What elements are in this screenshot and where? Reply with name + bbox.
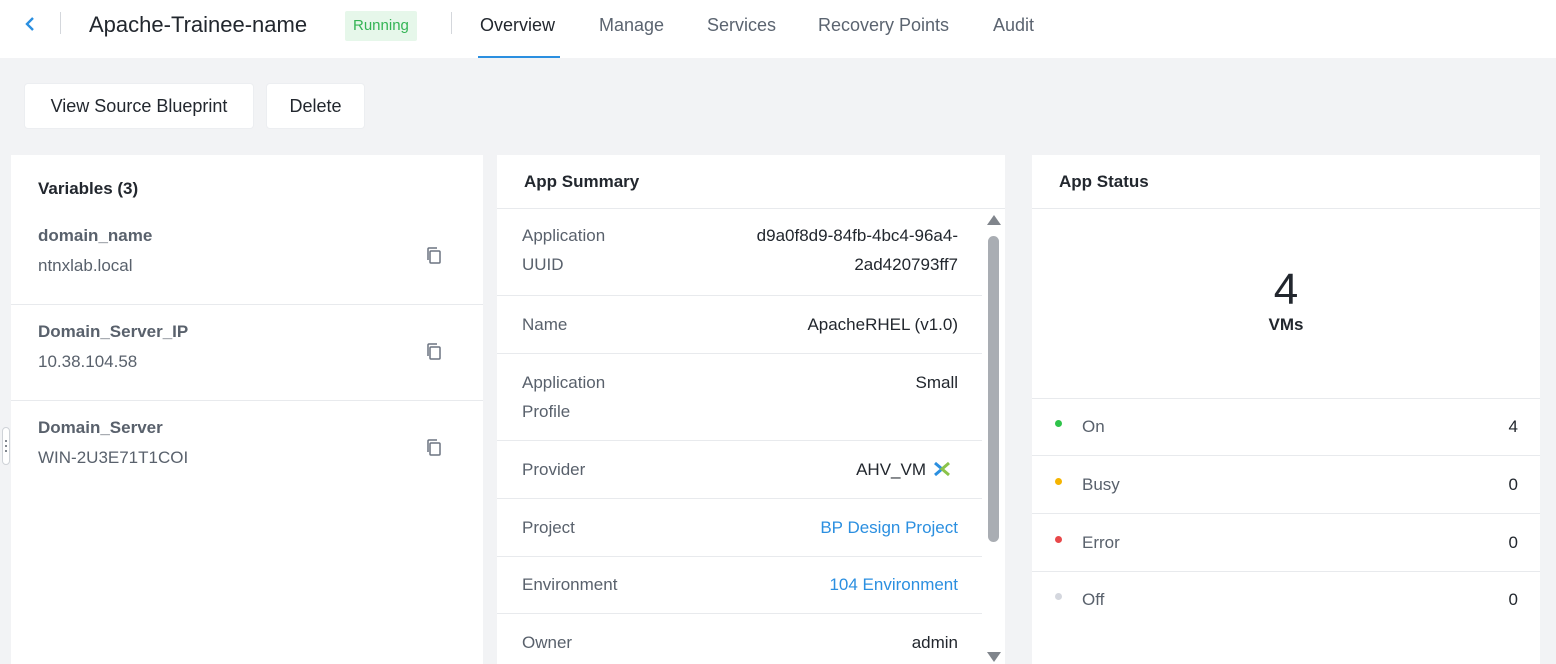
- vm-count: 4: [1273, 265, 1299, 314]
- divider: [497, 613, 982, 614]
- app-status-title: App Status: [1059, 172, 1149, 191]
- chevron-left-icon: [25, 17, 34, 31]
- error-dot-icon: [1055, 536, 1062, 543]
- variable-value: WIN-2U3E71T1COI: [38, 448, 189, 467]
- variables-panel: Variables (3) domain_name ntnxlab.local …: [11, 155, 483, 664]
- variable-item: Domain_Server_IP 10.38.104.58: [11, 305, 483, 401]
- app-summary-title: App Summary: [524, 172, 640, 191]
- variables-title: Variables (3): [38, 179, 139, 198]
- scroll-down-arrow-icon[interactable]: [987, 652, 1001, 662]
- variable-item: domain_name ntnxlab.local: [11, 209, 483, 305]
- profile-value: Small: [915, 373, 958, 392]
- divider: [1032, 513, 1540, 514]
- owner-label: Owner: [522, 633, 573, 652]
- copy-icon[interactable]: [425, 246, 443, 266]
- tab-manage[interactable]: Manage: [599, 15, 664, 36]
- name-label: Name: [522, 315, 568, 334]
- status-label: On: [1082, 417, 1105, 436]
- divider: [497, 498, 982, 499]
- project-link[interactable]: BP Design Project: [820, 513, 958, 542]
- owner-value: admin: [911, 633, 958, 652]
- divider: [1032, 571, 1540, 572]
- tab-overview[interactable]: Overview: [480, 15, 555, 36]
- profile-label: Application Profile: [522, 373, 606, 421]
- divider: [497, 440, 982, 441]
- vm-count-label: VMs: [1268, 315, 1304, 334]
- uuid-value: d9a0f8d9-84fb-4bc4-96a4- 2ad420793ff7: [757, 221, 958, 279]
- tab-recovery-points[interactable]: Recovery Points: [818, 15, 949, 36]
- scrollbar-thumb[interactable]: [988, 236, 999, 542]
- variable-item: Domain_Server WIN-2U3E71T1COI: [11, 401, 483, 497]
- divider: [1032, 398, 1540, 399]
- off-dot-icon: [1055, 593, 1062, 600]
- divider: [1032, 208, 1540, 209]
- delete-button[interactable]: Delete: [267, 84, 364, 128]
- divider: [497, 353, 982, 354]
- busy-dot-icon: [1055, 478, 1062, 485]
- project-label: Project: [522, 518, 575, 537]
- divider: [497, 556, 982, 557]
- active-tab-indicator: [478, 56, 560, 58]
- divider: [497, 295, 982, 296]
- back-button[interactable]: [18, 12, 42, 36]
- header-divider: [60, 12, 61, 34]
- header-divider: [451, 12, 452, 34]
- status-count: 4: [1508, 417, 1518, 436]
- status-count: 0: [1508, 475, 1518, 494]
- status-label: Busy: [1082, 475, 1120, 494]
- app-header: Apache-Trainee-name Running Overview Man…: [0, 0, 1556, 58]
- status-label: Error: [1082, 533, 1120, 552]
- copy-icon[interactable]: [425, 438, 443, 458]
- tab-audit[interactable]: Audit: [993, 15, 1034, 36]
- app-summary-panel: App Summary Application UUID d9a0f8d9-84…: [497, 155, 1005, 664]
- tab-services[interactable]: Services: [707, 15, 776, 36]
- environment-link[interactable]: 104 Environment: [829, 570, 958, 599]
- name-value: ApacheRHEL (v1.0): [807, 315, 958, 334]
- divider: [1032, 455, 1540, 456]
- app-status-panel: App Status 4 VMs On 4 Busy 0 Error 0 Off…: [1032, 155, 1540, 664]
- copy-icon[interactable]: [425, 342, 443, 362]
- status-count: 0: [1508, 533, 1518, 552]
- uuid-value-line1: d9a0f8d9-84fb-4bc4-96a4-: [756, 226, 958, 245]
- panel-resize-handle[interactable]: [2, 427, 10, 465]
- status-badge: Running: [345, 11, 417, 41]
- page-title: Apache-Trainee-name: [89, 12, 308, 37]
- provider-value: AHV_VM: [856, 460, 926, 479]
- variable-name: Domain_Server: [38, 418, 163, 437]
- variable-value: 10.38.104.58: [38, 352, 138, 371]
- provider-label: Provider: [522, 460, 586, 479]
- view-source-blueprint-button[interactable]: View Source Blueprint: [25, 84, 253, 128]
- uuid-value-line2: 2ad420793ff7: [854, 255, 958, 274]
- variable-name: Domain_Server_IP: [38, 322, 189, 341]
- status-label: Off: [1082, 590, 1105, 609]
- variable-name: domain_name: [38, 226, 153, 245]
- uuid-label: Application UUID: [522, 226, 606, 274]
- scroll-up-arrow-icon[interactable]: [987, 215, 1001, 225]
- nutanix-logo-icon: [934, 461, 950, 477]
- environment-label: Environment: [522, 575, 618, 594]
- status-count: 0: [1508, 590, 1518, 609]
- on-dot-icon: [1055, 420, 1062, 427]
- variable-value: ntnxlab.local: [38, 256, 133, 275]
- divider: [497, 208, 1005, 209]
